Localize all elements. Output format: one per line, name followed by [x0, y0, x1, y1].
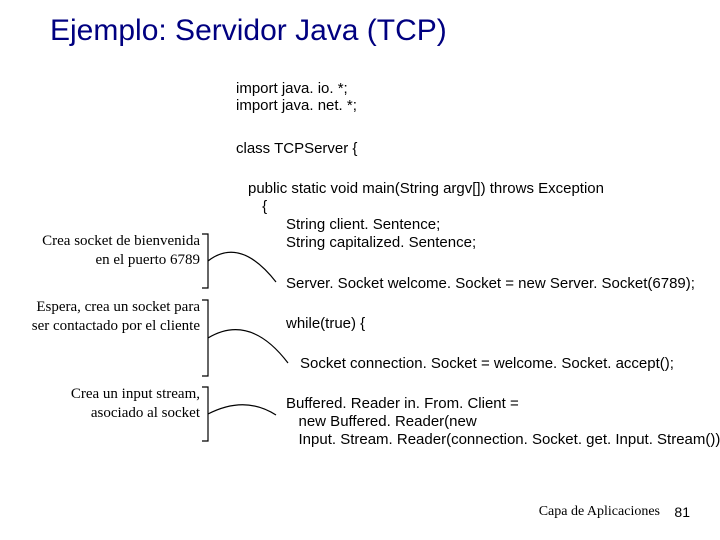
- annotation-accept: Espera, crea un socket para ser contacta…: [30, 298, 200, 336]
- code-l6: Buffered. Reader in. From. Client =: [286, 395, 519, 412]
- code-l4: while(true) {: [286, 315, 365, 332]
- annotation-welcome-socket: Crea socket de bienvenida en el puerto 6…: [30, 232, 200, 270]
- code-l1: String client. Sentence;: [286, 216, 440, 233]
- code-l5: Socket connection. Socket = welcome. Soc…: [300, 355, 674, 372]
- code-l7: new Buffered. Reader(new: [286, 413, 477, 430]
- code-brace: {: [258, 198, 267, 215]
- code-l8: Input. Stream. Reader(connection. Socket…: [286, 431, 720, 448]
- bracket-icon: [200, 298, 290, 380]
- code-l3: Server. Socket welcome. Socket = new Ser…: [286, 275, 695, 292]
- page-number: 81: [674, 504, 690, 520]
- bracket-icon: [200, 385, 280, 445]
- slide-title: Ejemplo: Servidor Java (TCP): [50, 14, 447, 48]
- code-mainsig: public static void main(String argv[]) t…: [248, 180, 604, 197]
- bracket-icon: [200, 232, 280, 292]
- code-classdecl: class TCPServer {: [236, 140, 357, 157]
- annotation-input-stream: Crea un input stream, asociado al socket: [30, 385, 200, 423]
- code-imports: import java. io. *; import java. net. *;: [236, 80, 357, 114]
- footer-label: Capa de Aplicaciones: [539, 504, 660, 520]
- code-l2: String capitalized. Sentence;: [286, 234, 476, 251]
